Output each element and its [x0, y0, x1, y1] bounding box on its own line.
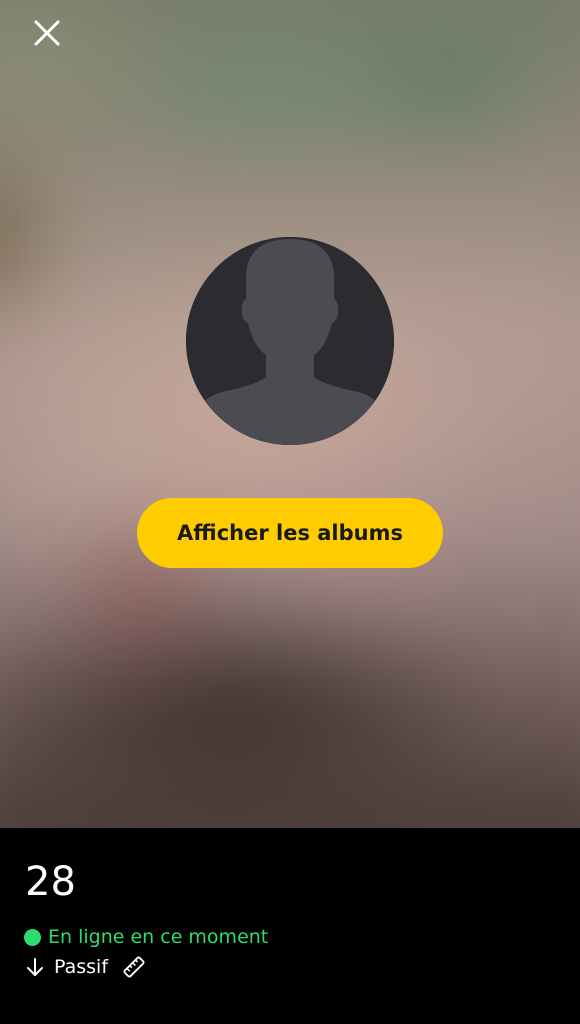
ruler-icon	[123, 956, 145, 978]
position-text: Passif	[54, 956, 109, 978]
online-status-text: En ligne en ce moment	[48, 926, 269, 948]
profile-age: 28	[25, 859, 76, 905]
arrow-down-icon	[27, 958, 43, 976]
online-dot-icon	[24, 928, 41, 946]
position-row: Passif	[24, 953, 146, 981]
show-albums-button[interactable]: Afficher les albums	[137, 498, 443, 568]
online-status: En ligne en ce moment	[24, 924, 268, 950]
avatar	[186, 237, 394, 445]
close-button[interactable]	[26, 14, 68, 56]
person-silhouette-icon	[186, 237, 394, 445]
profile-screen: Afficher les albums 28 En ligne en ce mo…	[0, 0, 580, 1024]
close-icon	[34, 20, 60, 46]
